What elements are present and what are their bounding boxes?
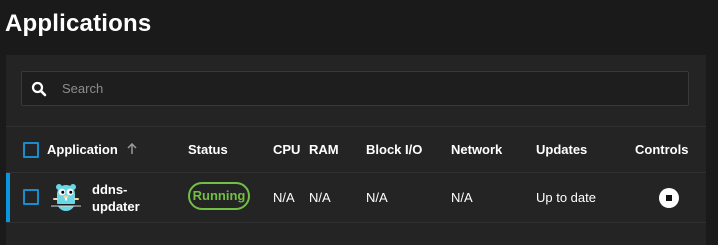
- block-io-value: N/A: [366, 190, 388, 205]
- row-checkbox[interactable]: [23, 189, 39, 205]
- column-header-ram[interactable]: RAM: [309, 127, 339, 172]
- network-value: N/A: [451, 190, 473, 205]
- stop-button[interactable]: [659, 188, 679, 208]
- column-header-network[interactable]: Network: [451, 127, 502, 172]
- column-header-application[interactable]: Application: [47, 127, 137, 172]
- stop-icon: [666, 195, 672, 201]
- column-header-status[interactable]: Status: [188, 127, 228, 172]
- table-row[interactable]: ddns-updater Running N/A N/A N/A N/A Up …: [6, 172, 706, 223]
- search-box[interactable]: [21, 71, 689, 106]
- row-selection-accent: [6, 173, 10, 222]
- column-header-updates[interactable]: Updates: [536, 127, 587, 172]
- select-all-checkbox[interactable]: [23, 142, 39, 158]
- status-badge: Running: [188, 182, 250, 210]
- updates-value: Up to date: [536, 190, 596, 205]
- ram-value: N/A: [309, 190, 331, 205]
- app-name[interactable]: ddns-updater: [92, 181, 152, 215]
- column-header-application-label: Application: [47, 142, 118, 157]
- page-title: Applications: [5, 10, 152, 37]
- cpu-value: N/A: [273, 190, 295, 205]
- column-header-controls: Controls: [635, 142, 689, 157]
- applications-card: Application Status CPU RAM Block I/O Net…: [6, 55, 706, 245]
- search-icon: [31, 81, 47, 97]
- search-input[interactable]: [62, 72, 662, 105]
- arrow-up-icon: [127, 143, 137, 155]
- gopher-logo-icon: [50, 184, 82, 211]
- column-header-cpu[interactable]: CPU: [273, 127, 300, 172]
- column-header-block-io[interactable]: Block I/O: [366, 127, 422, 172]
- table-header: Application Status CPU RAM Block I/O Net…: [6, 127, 706, 172]
